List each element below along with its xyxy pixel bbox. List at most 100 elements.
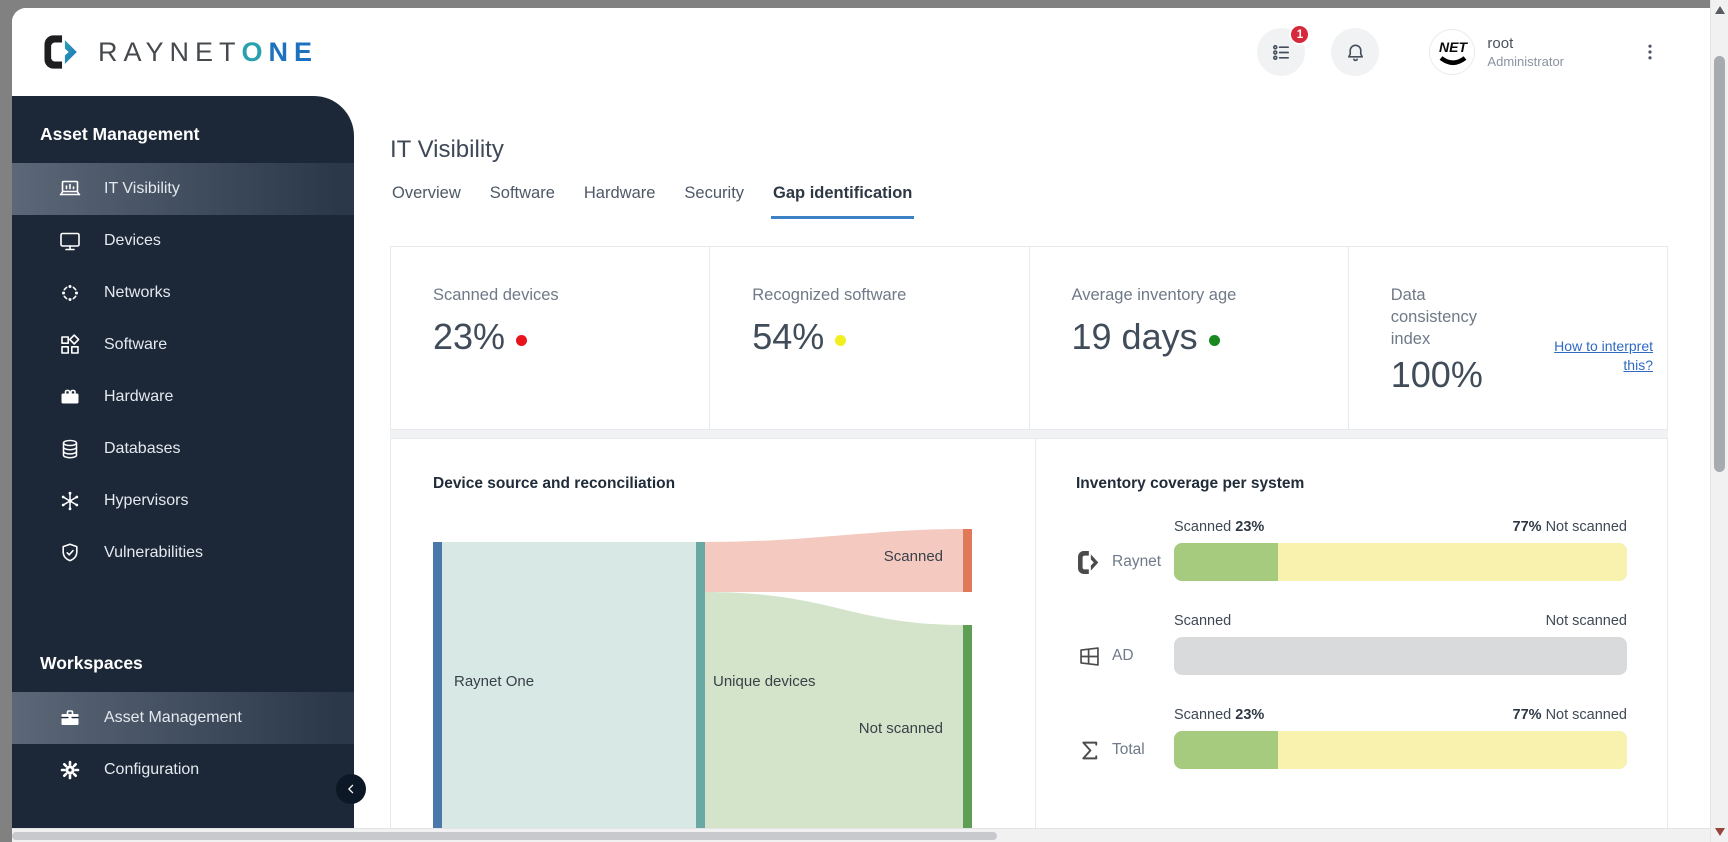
sidebar-item-label: Hypervisors: [104, 492, 189, 509]
section-gap: [390, 430, 1668, 438]
coverage-labels: Scanned Not scanned: [1174, 613, 1627, 629]
tab-hardware[interactable]: Hardware: [582, 184, 658, 219]
coverage-bar-block: Scanned 23% 77% Not scanned: [1174, 519, 1627, 581]
coverage-bar: [1174, 543, 1627, 581]
not-scanned-label: 77% Not scanned: [1512, 707, 1627, 723]
sankey-title: Device source and reconciliation: [433, 475, 676, 492]
sankey-node-label-scanned: Scanned: [883, 548, 943, 565]
how-to-interpret-link[interactable]: How to interpret this?: [1551, 337, 1653, 375]
sidebar-item-label: Asset Management: [104, 709, 242, 726]
sidebar-item-asset-management[interactable]: Asset Management: [12, 692, 354, 744]
not-scanned-segment: [1278, 543, 1627, 581]
scroll-down-arrow-icon[interactable]: [1715, 828, 1725, 836]
vertical-scrollbar-thumb[interactable]: [1714, 56, 1725, 472]
networks-icon: [58, 281, 82, 305]
sidebar-section-title: Workspaces: [40, 653, 143, 673]
main-content: IT Visibility Overview Software Hardware Se…: [354, 96, 1710, 828]
coverage-bar-block: Scanned Not scanned: [1174, 613, 1627, 675]
tab-overview[interactable]: Overview: [390, 184, 463, 219]
sidebar-item-networks[interactable]: Networks: [12, 267, 354, 319]
sidebar-item-vulnerabilities[interactable]: Vulnerabilities: [12, 527, 354, 579]
coverage-panel: Inventory coverage per system Raynet Scan…: [1036, 439, 1667, 828]
scanned-segment: [1174, 543, 1279, 581]
sidebar-item-label: Configuration: [104, 761, 200, 778]
kebab-menu-icon: [1640, 42, 1660, 62]
sankey-panel: Device source and reconciliation Raynet …: [391, 439, 1036, 828]
tab-security[interactable]: Security: [682, 184, 746, 219]
coverage-row-raynet: Raynet Scanned 23% 77% Not scanned: [1076, 519, 1627, 581]
kpi-card-scanned-devices: Scanned devices 23%: [391, 247, 711, 429]
coverage-bar-block: Scanned 23% 77% Not scanned: [1174, 707, 1627, 769]
avatar-text: NET: [1439, 39, 1468, 55]
status-dot: [835, 335, 847, 347]
logo-one-ne: NE: [268, 36, 319, 67]
more-options-button[interactable]: [1636, 38, 1664, 66]
vertical-scrollbar[interactable]: [1710, 0, 1728, 842]
raynet-logo-icon: [44, 35, 77, 69]
kpi-label: Data consistency index: [1390, 286, 1477, 348]
sidebar-item-label: Databases: [104, 440, 181, 457]
vulnerabilities-icon: [58, 541, 82, 565]
raynet-mark-icon: [1076, 549, 1103, 576]
sidebar-item-devices[interactable]: Devices: [12, 215, 354, 267]
kpi-label: Scanned devices: [433, 286, 559, 304]
kpi-card-data-consistency-index: Data consistency index 100% How to interpr…: [1349, 247, 1667, 429]
status-dot: [516, 335, 528, 347]
sidebar-item-label: Devices: [104, 232, 161, 249]
sidebar-nav: Asset Management IT Visibility Devices Netw…: [12, 102, 354, 796]
sankey-chart: [433, 529, 972, 828]
sankey-node-label-not-scanned: Not scanned: [858, 720, 943, 737]
coverage-labels: Scanned 23% 77% Not scanned: [1174, 519, 1627, 535]
status-dot: [1208, 335, 1220, 347]
sidebar-item-configuration[interactable]: Configuration: [12, 744, 354, 796]
scanned-label: Scanned 23%: [1174, 519, 1265, 535]
coverage-system-name: Total: [1112, 741, 1145, 758]
sidebar-item-label: Hardware: [104, 388, 174, 405]
hardware-icon: [58, 385, 82, 409]
user-menu[interactable]: NET root Administrator: [1429, 29, 1564, 75]
it-visibility-icon: [58, 177, 82, 201]
horizontal-scrollbar[interactable]: [12, 828, 1710, 842]
sidebar-section-title: Asset Management: [40, 124, 200, 144]
coverage-system: AD: [1076, 637, 1174, 675]
user-meta: root Administrator: [1487, 35, 1564, 69]
top-bar: RAYNETONE 1 NET root Administrator: [12, 8, 1710, 96]
briefcase-icon: [58, 706, 82, 730]
sidebar-section-workspaces: Workspaces Asset Management Configuration: [12, 631, 354, 796]
scanned-label: Scanned 23%: [1174, 707, 1265, 723]
sidebar-collapse-button[interactable]: [336, 774, 366, 804]
sidebar-item-label: Networks: [104, 284, 171, 301]
hypervisors-icon: [58, 489, 82, 513]
not-scanned-segment: [1278, 731, 1627, 769]
charts-row: Device source and reconciliation Raynet …: [390, 438, 1668, 828]
scroll-up-arrow-icon[interactable]: [1715, 6, 1725, 14]
sankey-node-label-unique-devices: Unique devices: [713, 673, 816, 690]
not-scanned-label: 77% Not scanned: [1512, 519, 1627, 535]
kpi-card-recognized-software: Recognized software 54%: [710, 247, 1030, 429]
coverage-row-total: Total Scanned 23% 77% Not scanned: [1076, 707, 1627, 769]
databases-icon: [58, 437, 82, 461]
sidebar-item-hardware[interactable]: Hardware: [12, 371, 354, 423]
kpi-value: 54%: [752, 316, 1012, 358]
kpi-label: Average inventory age: [1071, 286, 1237, 304]
raynet-logo[interactable]: RAYNETONE: [42, 33, 318, 71]
logo-one-o: O: [241, 36, 269, 67]
browser-viewport: RAYNETONE 1 NET root Administrator Asset…: [0, 0, 1728, 842]
scanned-label: Scanned: [1174, 613, 1232, 629]
tab-software[interactable]: Software: [488, 184, 557, 219]
sidebar-item-software[interactable]: Software: [12, 319, 354, 371]
logo-text: RAYNETONE: [98, 37, 318, 68]
not-scanned-label: Not scanned: [1545, 613, 1627, 629]
logo-primary: RAYNET: [98, 36, 242, 67]
sidebar-item-label: Software: [104, 336, 168, 353]
sidebar-item-hypervisors[interactable]: Hypervisors: [12, 475, 354, 527]
tab-gap-identification[interactable]: Gap identification: [771, 184, 915, 219]
notifications-button[interactable]: [1331, 28, 1380, 76]
horizontal-scrollbar-thumb[interactable]: [12, 832, 997, 840]
tasks-button[interactable]: 1: [1257, 24, 1311, 76]
coverage-bar: [1174, 731, 1627, 769]
sidebar-item-databases[interactable]: Databases: [12, 423, 354, 475]
sidebar-item-it-visibility[interactable]: IT Visibility: [12, 163, 354, 215]
app-window: RAYNETONE 1 NET root Administrator Asset…: [12, 8, 1710, 828]
coverage-system: Total: [1076, 731, 1174, 769]
